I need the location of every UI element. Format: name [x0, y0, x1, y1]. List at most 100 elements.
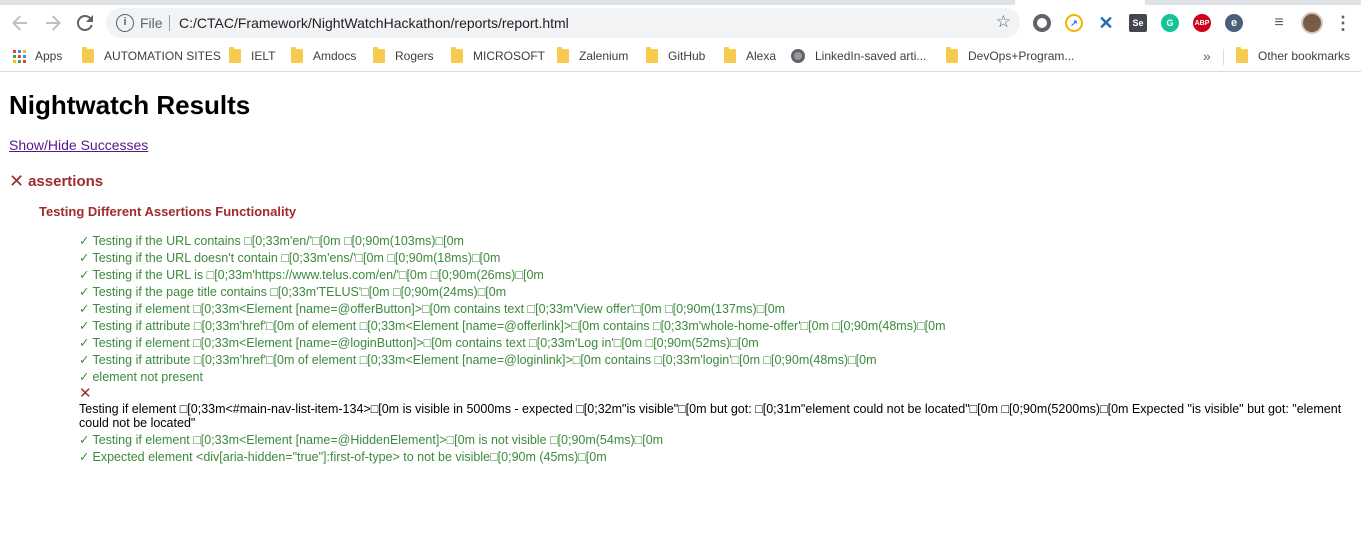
folder-icon [373, 47, 385, 63]
test-results-list: ✓ Testing if the URL contains □[0;33m'en/… [79, 233, 1349, 466]
module-header[interactable]: ✕ assertions [9, 171, 103, 192]
bookmark-label: LinkedIn-saved arti... [815, 49, 927, 63]
bookmark-label: Rogers [395, 49, 434, 63]
folder-icon [646, 47, 658, 63]
fail-x-icon: ✕ [79, 385, 92, 402]
grammarly-icon[interactable]: G [1161, 14, 1179, 32]
bookmark-label: IELT [251, 49, 276, 63]
test-result-pass: ✓ Testing if the URL doesn't contain □[0;… [79, 250, 1349, 267]
test-result-pass: ✓ Testing if element □[0;33m<Element [nam… [79, 301, 1349, 318]
test-result-pass: ✓ Testing if the URL contains □[0;33m'en/… [79, 233, 1349, 250]
browser-toolbar: i File C:/CTAC/Framework/NightWatchHacka… [0, 5, 1361, 41]
forward-button[interactable] [39, 9, 67, 37]
checkmark-icon: ✓ [79, 370, 90, 384]
reload-icon [77, 15, 93, 31]
bookmark-rogers[interactable]: Rogers [373, 47, 434, 65]
bookmark-label: Zalenium [579, 49, 629, 63]
bookmark-label: Apps [35, 49, 63, 63]
e-label: e [1230, 17, 1238, 29]
test-result-pass: ✓ Testing if element □[0;33m<Element [nam… [79, 335, 1349, 352]
test-result-text: Testing if element □[0;33m<Element [name… [92, 302, 786, 316]
checkmark-icon: ✓ [79, 450, 90, 464]
selenium-icon[interactable]: Se [1129, 14, 1147, 32]
folder-icon [724, 47, 736, 63]
test-result-pass: ✓ Expected element <div[aria-hidden="true… [79, 449, 1349, 466]
back-button[interactable] [6, 9, 34, 37]
folder-icon [946, 47, 958, 63]
checkmark-icon: ✓ [79, 234, 90, 248]
url-text[interactable]: C:/CTAC/Framework/NightWatchHackathon/re… [179, 15, 569, 31]
folder-icon [229, 47, 241, 63]
selenium-label: Se [1132, 18, 1144, 28]
test-result-text: Testing if the page title contains □[0;3… [92, 285, 507, 299]
checkmark-icon: ✓ [79, 302, 90, 316]
circle-extension-icon[interactable] [1033, 14, 1051, 32]
speed-extension-icon[interactable]: ↗ [1065, 14, 1083, 32]
checkmark-icon: ✓ [79, 336, 90, 350]
bookmark-amdocs[interactable]: Amdocs [291, 47, 356, 65]
bookmark-ielt[interactable]: IELT [229, 47, 275, 65]
test-result-fail-text: Testing if element □[0;33m<#main-nav-lis… [79, 402, 1342, 430]
test-result-pass: ✓ Testing if element □[0;33m<Element [nam… [79, 432, 1349, 449]
reload-button[interactable] [71, 9, 99, 37]
test-result-pass: ✓ Testing if the page title contains □[0;… [79, 284, 1349, 301]
test-result-text: Testing if the URL is □[0;33m'https://ww… [92, 268, 544, 282]
page-title: Nightwatch Results [9, 90, 251, 120]
globe-icon [791, 49, 805, 63]
address-bar[interactable]: i File C:/CTAC/Framework/NightWatchHacka… [106, 8, 1020, 38]
bookmark-apps[interactable]: Apps [13, 47, 62, 65]
avatar[interactable] [1301, 12, 1323, 34]
checkmark-icon: ✓ [79, 251, 90, 265]
media-control-icon[interactable]: ≡ [1270, 14, 1288, 32]
folder-icon [451, 47, 463, 63]
bookmark-label: Amdocs [313, 49, 357, 63]
bookmark-label: DevOps+Program... [968, 49, 1075, 63]
bookmark-label: Other bookmarks [1258, 49, 1351, 63]
folder-icon [557, 47, 569, 63]
tools-extension-icon[interactable]: ✕ [1097, 13, 1115, 33]
bookmark-label: Alexa [746, 49, 777, 63]
bookmark-alexa[interactable]: Alexa [724, 47, 776, 65]
bookmark-linkedin[interactable]: LinkedIn-saved arti... [791, 47, 926, 65]
bookmarks-bar: Apps AUTOMATION SITES IELT Amdocs Rogers… [0, 41, 1361, 72]
test-result-text: Testing if element □[0;33m<Element [name… [92, 433, 664, 447]
star-icon[interactable]: ☆ [996, 12, 1011, 32]
test-result-text: Testing if attribute □[0;33m'href'□[0m o… [92, 319, 946, 333]
info-icon[interactable]: i [116, 14, 134, 32]
protocol-label: File [140, 15, 163, 31]
adblock-plus-icon[interactable]: ABP [1193, 14, 1211, 32]
test-result-text: element not present [92, 370, 203, 384]
bookmark-label: AUTOMATION SITES [104, 49, 221, 63]
test-result-text: Expected element <div[aria-hidden="true"… [92, 450, 607, 464]
fail-x-icon: ✕ [9, 171, 25, 191]
show-hide-successes-link[interactable]: Show/Hide Successes [9, 137, 148, 153]
test-result-pass: ✓ Testing if the URL is □[0;33m'https://w… [79, 267, 1349, 284]
checkmark-icon: ✓ [79, 285, 90, 299]
bookmark-devops[interactable]: DevOps+Program... [946, 47, 1074, 65]
checkmark-icon: ✓ [79, 353, 90, 367]
bookmarks-divider [1223, 49, 1224, 65]
abp-label: ABP [1194, 19, 1210, 27]
test-result-text: Testing if the URL contains □[0;33m'en/'… [92, 234, 464, 248]
apps-grid-icon [13, 49, 26, 63]
bookmark-other[interactable]: Other bookmarks [1236, 47, 1350, 65]
checkmark-icon: ✓ [79, 433, 90, 447]
checkmark-icon: ✓ [79, 268, 90, 282]
module-name: assertions [28, 173, 104, 190]
kebab-menu-icon[interactable]: ⋮ [1334, 13, 1352, 33]
bookmarks-overflow-button[interactable]: » [1203, 47, 1211, 65]
test-result-pass: ✓ element not present [79, 369, 1349, 386]
bookmark-microsoft[interactable]: MICROSOFT [451, 47, 545, 65]
bookmark-zalenium[interactable]: Zalenium [557, 47, 628, 65]
bookmark-github[interactable]: GitHub [646, 47, 705, 65]
checkmark-icon: ✓ [79, 319, 90, 333]
test-result-text: Testing if element □[0;33m<Element [name… [92, 336, 759, 350]
arrow-right-icon [46, 15, 61, 31]
grammarly-label: G [1166, 18, 1174, 28]
folder-icon [82, 47, 94, 63]
omnibox-divider [169, 15, 170, 31]
bookmark-automation-sites[interactable]: AUTOMATION SITES [82, 47, 221, 65]
arrow-left-icon [12, 15, 27, 31]
suite-title: Testing Different Assertions Functionali… [39, 204, 297, 219]
e-extension-icon[interactable]: e [1225, 14, 1243, 32]
